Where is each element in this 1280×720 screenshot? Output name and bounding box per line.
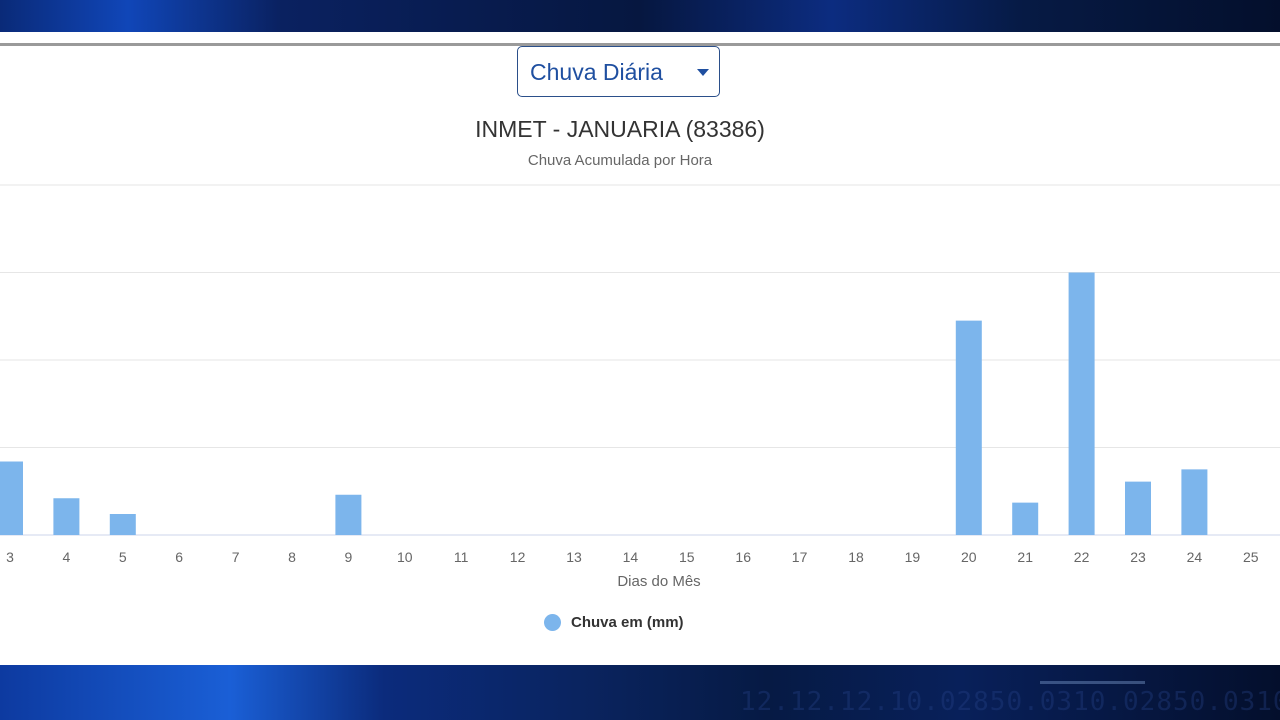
x-tick-label: 12 (510, 549, 526, 565)
x-tick-label: 8 (288, 549, 296, 565)
x-tick-label: 3 (6, 549, 14, 565)
bar-day-5[interactable] (109, 514, 136, 535)
x-tick-label: 15 (679, 549, 695, 565)
x-tick-label: 23 (1130, 549, 1146, 565)
bar-day-24[interactable] (1181, 469, 1208, 535)
background-ticker-text: 12.12.12.10.02850.0310.02850.0310 (740, 687, 1280, 717)
x-tick-label: 19 (905, 549, 921, 565)
x-tick-label: 14 (623, 549, 639, 565)
background-bottom-banner: 12.12.12.10.02850.0310.02850.0310 (0, 665, 1280, 720)
bar-day-20[interactable] (955, 320, 982, 535)
bar-day-3[interactable] (0, 461, 23, 536)
x-tick-label: 4 (63, 549, 71, 565)
x-tick-label: 24 (1187, 549, 1203, 565)
x-axis-title: Dias do Mês (617, 573, 700, 590)
x-tick-label: 20 (961, 549, 977, 565)
x-tick-label: 10 (397, 549, 413, 565)
x-tick-label: 21 (1017, 549, 1033, 565)
x-tick-label: 17 (792, 549, 808, 565)
x-tick-label: 11 (454, 549, 469, 565)
bar-day-21[interactable] (1012, 502, 1039, 535)
bar-day-23[interactable] (1125, 481, 1151, 535)
x-tick-label: 18 (848, 549, 864, 565)
x-tick-label: 9 (345, 549, 353, 565)
bar-day-9[interactable] (335, 494, 362, 535)
bar-day-4[interactable] (53, 498, 80, 535)
legend-item-chuva[interactable]: Chuva em (mm) (544, 614, 684, 631)
x-tick-label: 5 (119, 549, 127, 565)
background-top-banner (0, 0, 1280, 32)
x-tick-label: 7 (232, 549, 240, 565)
x-tick-label: 25 (1243, 549, 1259, 565)
x-tick-label: 6 (175, 549, 183, 565)
legend-label: Chuva em (mm) (571, 614, 684, 631)
x-tick-label: 13 (566, 549, 582, 565)
bar-series (0, 272, 1208, 536)
x-tick-label: 16 (735, 549, 751, 565)
bar-day-22[interactable] (1068, 272, 1095, 536)
x-tick-label: 22 (1074, 549, 1090, 565)
x-axis: 3 4 5 6 7 8 9 10 11 12 13 14 15 16 17 18 19 20 21 22 23 24 25 (6, 549, 1259, 565)
legend-marker-icon (544, 614, 561, 631)
rain-bar-chart: 3 4 5 6 7 8 9 10 11 12 13 14 15 16 17 18 19 20 21 22 23 24 25 … (0, 184, 1280, 590)
decorative-stripe (1040, 681, 1145, 684)
